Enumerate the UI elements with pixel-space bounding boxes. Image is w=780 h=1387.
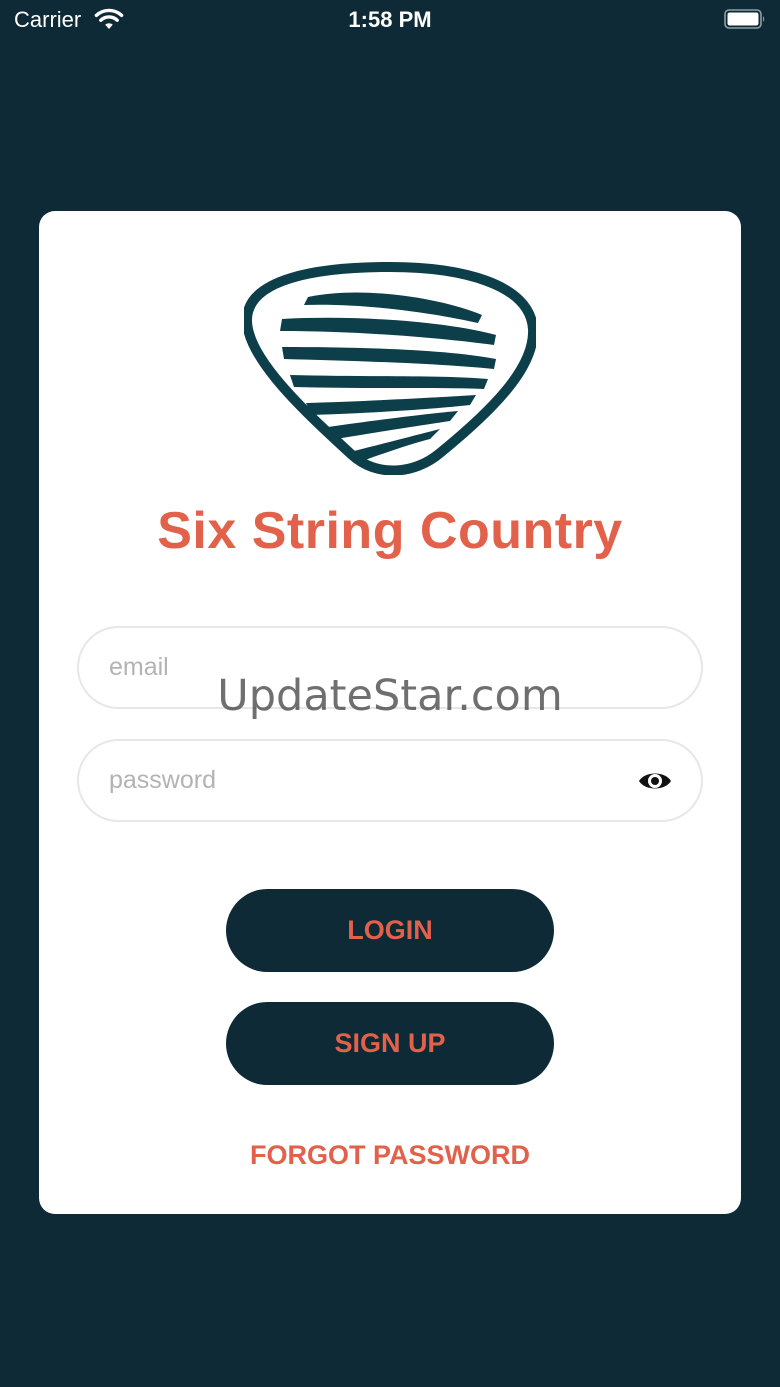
forgot-password-link[interactable]: FORGOT PASSWORD [39,1140,741,1171]
app-title: Six String Country [157,502,623,560]
login-screen: Carrier 1:58 PM Six String Country email… [0,0,780,1387]
guitar-pick-logo-icon [244,261,536,475]
login-card: Six String Country UpdateStar.com LOGIN … [39,211,741,1214]
password-field[interactable] [77,739,703,822]
email-input[interactable] [109,628,619,707]
battery-icon [724,9,765,29]
status-bar: Carrier 1:58 PM [0,0,780,44]
status-time: 1:58 PM [348,7,432,32]
login-button[interactable]: LOGIN [226,889,554,972]
signup-button[interactable]: SIGN UP [226,1002,554,1085]
eye-icon[interactable] [637,766,673,796]
password-input[interactable] [109,741,619,820]
email-field[interactable] [77,626,703,709]
